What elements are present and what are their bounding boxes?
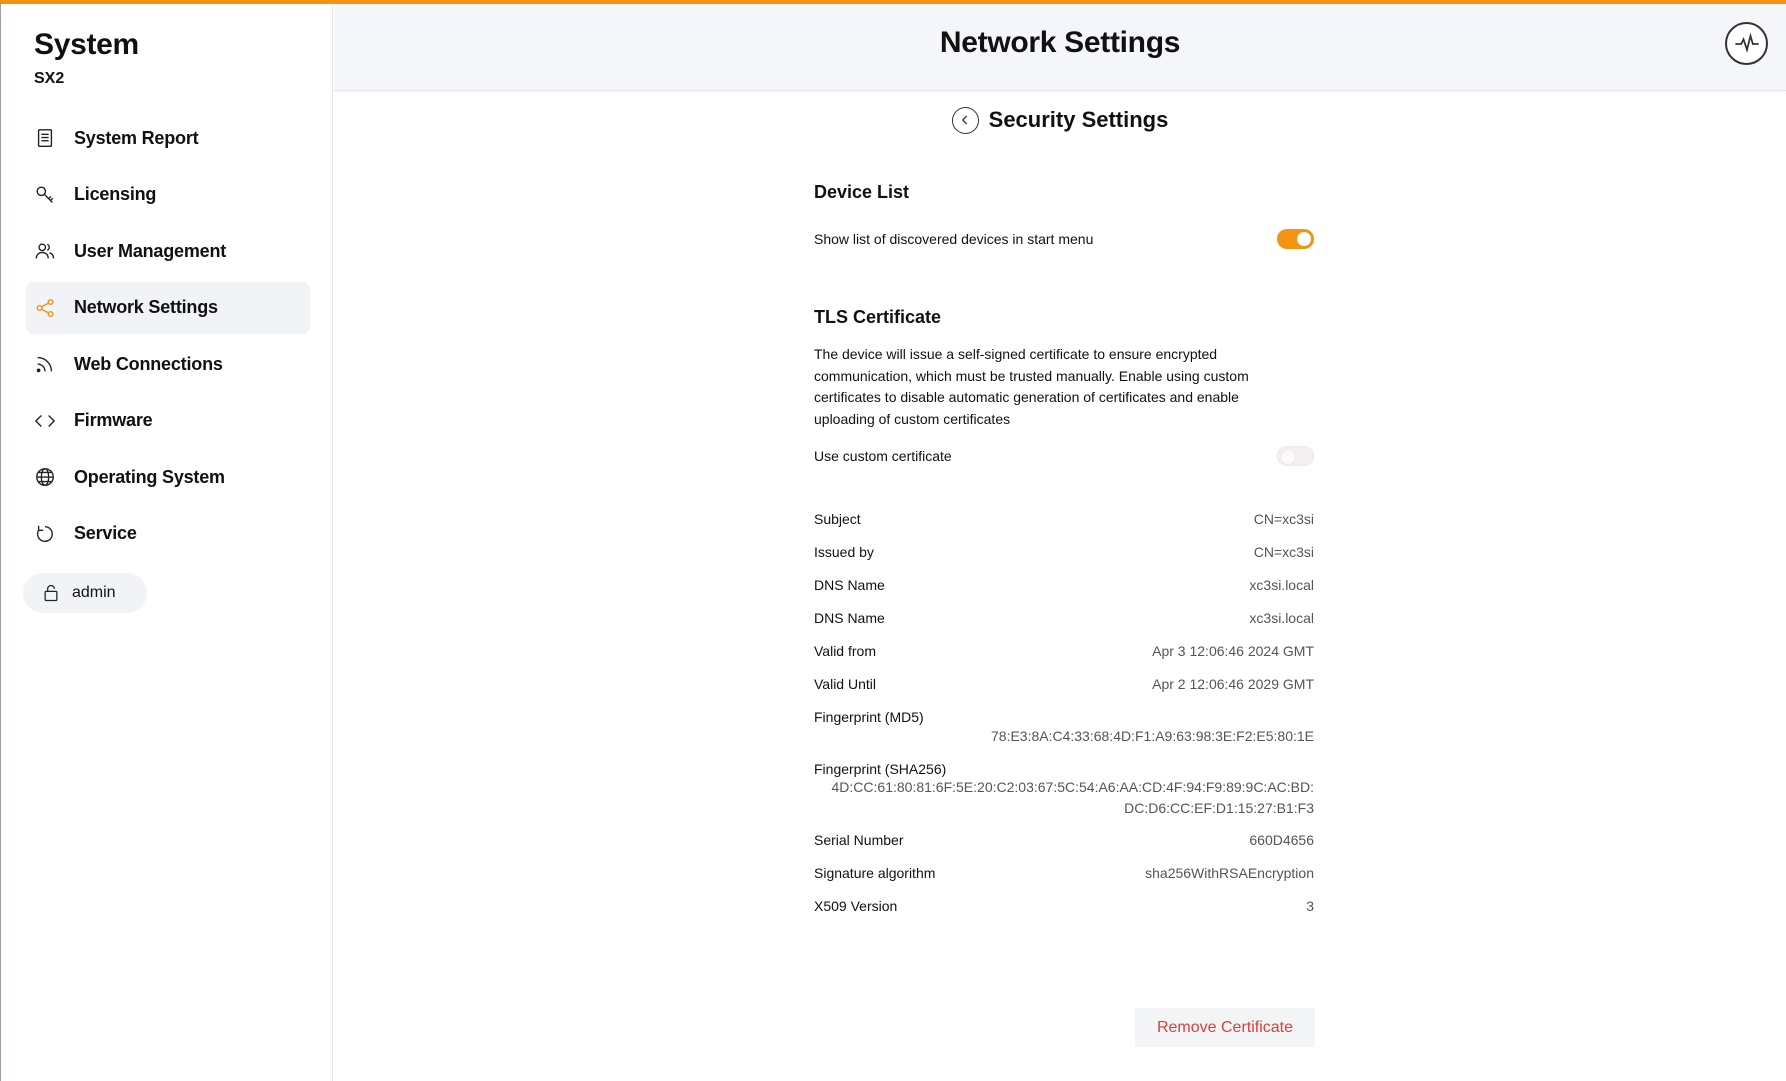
detail-value: 3 (1306, 898, 1314, 914)
detail-value-line-2: DC:D6:CC:EF:D1:15:27:B1:F3 (1124, 800, 1314, 816)
back-button[interactable] (951, 106, 979, 134)
toggle-knob (1297, 232, 1311, 246)
detail-value: 660D4656 (1249, 832, 1314, 848)
tls-certificate-heading: TLS Certificate (814, 307, 942, 327)
rss-icon (33, 352, 57, 376)
detail-label: Serial Number (814, 832, 904, 848)
sidebar-item-label: Web Connections (74, 353, 223, 374)
detail-label: Fingerprint (SHA256) (814, 761, 947, 777)
security-settings-panel: Device List Show list of discovered devi… (814, 182, 1314, 931)
detail-label: Fingerprint (MD5) (814, 709, 924, 725)
sidebar-item-label: Licensing (74, 184, 157, 204)
device-list-toggle-label: Show list of discovered devices in start… (814, 231, 1094, 247)
detail-label-row: Fingerprint (MD5) (814, 709, 1314, 725)
detail-label: Signature algorithm (814, 865, 936, 881)
sidebar-item-service[interactable]: Service (26, 508, 310, 560)
app-root: System SX2 System Report Licensing User … (0, 0, 1786, 1081)
detail-row-serial-number: Serial Number 660D4656 (814, 832, 1314, 865)
sidebar-item-operating-system[interactable]: Operating System (26, 451, 310, 503)
sidebar-item-label: Network Settings (74, 297, 218, 317)
sidebar-title: System (34, 28, 139, 61)
refresh-icon (33, 522, 57, 546)
detail-label: DNS Name (814, 577, 885, 593)
sidebar-item-label: User Management (74, 240, 227, 261)
code-icon (33, 409, 57, 433)
device-list-row: Show list of discovered devices in start… (814, 227, 1314, 251)
key-icon (33, 183, 57, 207)
user-name: admin (72, 584, 116, 601)
globe-icon (33, 465, 57, 489)
sidebar-item-licensing[interactable]: Licensing (26, 169, 310, 221)
detail-row-dns-name: DNS Name xc3si.local (814, 610, 1314, 643)
users-icon (33, 239, 57, 263)
sidebar-item-user-management[interactable]: User Management (26, 225, 310, 277)
sidebar-item-system-report[interactable]: System Report (26, 112, 310, 164)
custom-certificate-label: Use custom certificate (814, 448, 952, 464)
detail-row-fingerprint-sha256: Fingerprint (SHA256) 4D:CC:61:80:81:6F:5… (814, 761, 1314, 832)
activity-icon (1734, 31, 1759, 53)
section-header: Security Settings (334, 104, 1786, 136)
custom-certificate-toggle[interactable] (1277, 446, 1314, 466)
sidebar-item-firmware[interactable]: Firmware (26, 395, 310, 447)
sidebar-nav: System Report Licensing User Management … (26, 112, 310, 564)
detail-row-valid-until: Valid Until Apr 2 12:06:46 2029 GMT (814, 676, 1314, 709)
share-icon (33, 296, 57, 320)
certificate-details: Subject CN=xc3si Issued by CN=xc3si DNS … (814, 511, 1314, 931)
detail-label: Subject (814, 511, 861, 527)
detail-row-dns-name: DNS Name xc3si.local (814, 577, 1314, 610)
sidebar-subtitle: SX2 (34, 70, 65, 87)
lock-icon (44, 584, 58, 602)
detail-row-x509-version: X509 Version 3 (814, 898, 1314, 931)
detail-value: xc3si.local (1249, 610, 1314, 626)
detail-label: X509 Version (814, 898, 898, 914)
sidebar-item-label: System Report (74, 127, 199, 148)
sidebar-item-network-settings[interactable]: Network Settings (26, 281, 310, 334)
detail-value: CN=xc3si (1253, 511, 1314, 527)
page-title: Network Settings (939, 26, 1181, 59)
section-title: Security Settings (988, 107, 1169, 132)
custom-certificate-row: Use custom certificate (814, 444, 1314, 468)
device-list-heading: Device List (814, 182, 910, 202)
detail-value-line-1: 4D:CC:61:80:81:6F:5E:20:C2:03:67:5C:54:A… (831, 779, 1314, 795)
detail-label: Valid Until (814, 676, 876, 692)
top-header: Network Settings (334, 4, 1786, 91)
detail-value: 78:E3:8A:C4:33:68:4D:F1:A9:63:98:3E:F2:E… (991, 728, 1314, 744)
detail-label-row: Fingerprint (SHA256) (814, 761, 1314, 777)
sidebar: System SX2 System Report Licensing User … (0, 4, 333, 1081)
detail-label: DNS Name (814, 610, 885, 626)
remove-certificate-button[interactable]: Remove Certificate (1135, 1008, 1315, 1047)
toggle-knob (1281, 450, 1295, 464)
activity-button[interactable] (1725, 22, 1768, 65)
user-account-button[interactable]: admin (23, 573, 147, 613)
detail-row-valid-from: Valid from Apr 3 12:06:46 2024 GMT (814, 643, 1314, 676)
detail-row-issued-by: Issued by CN=xc3si (814, 544, 1314, 577)
detail-label: Issued by (814, 544, 874, 560)
tls-description: The device will issue a self-signed cert… (814, 346, 1249, 427)
device-list-toggle[interactable] (1277, 229, 1314, 249)
detail-value: xc3si.local (1249, 577, 1314, 593)
sidebar-item-web-connections[interactable]: Web Connections (26, 338, 310, 390)
sidebar-item-label: Service (74, 523, 137, 543)
detail-row-fingerprint-md5: Fingerprint (MD5) 78:E3:8A:C4:33:68:4D:F… (814, 709, 1314, 761)
detail-value: Apr 2 12:06:46 2029 GMT (1152, 676, 1314, 692)
detail-row-signature-algorithm: Signature algorithm sha256WithRSAEncrypt… (814, 865, 1314, 898)
detail-label: Valid from (814, 643, 876, 659)
detail-row-subject: Subject CN=xc3si (814, 511, 1314, 544)
chevron-left-icon (961, 115, 968, 125)
sidebar-item-label: Operating System (74, 466, 225, 487)
detail-value: sha256WithRSAEncryption (1145, 865, 1314, 881)
detail-value: Apr 3 12:06:46 2024 GMT (1152, 643, 1314, 659)
document-icon (33, 126, 57, 150)
sidebar-item-label: Firmware (74, 410, 153, 430)
detail-value: CN=xc3si (1253, 544, 1314, 560)
